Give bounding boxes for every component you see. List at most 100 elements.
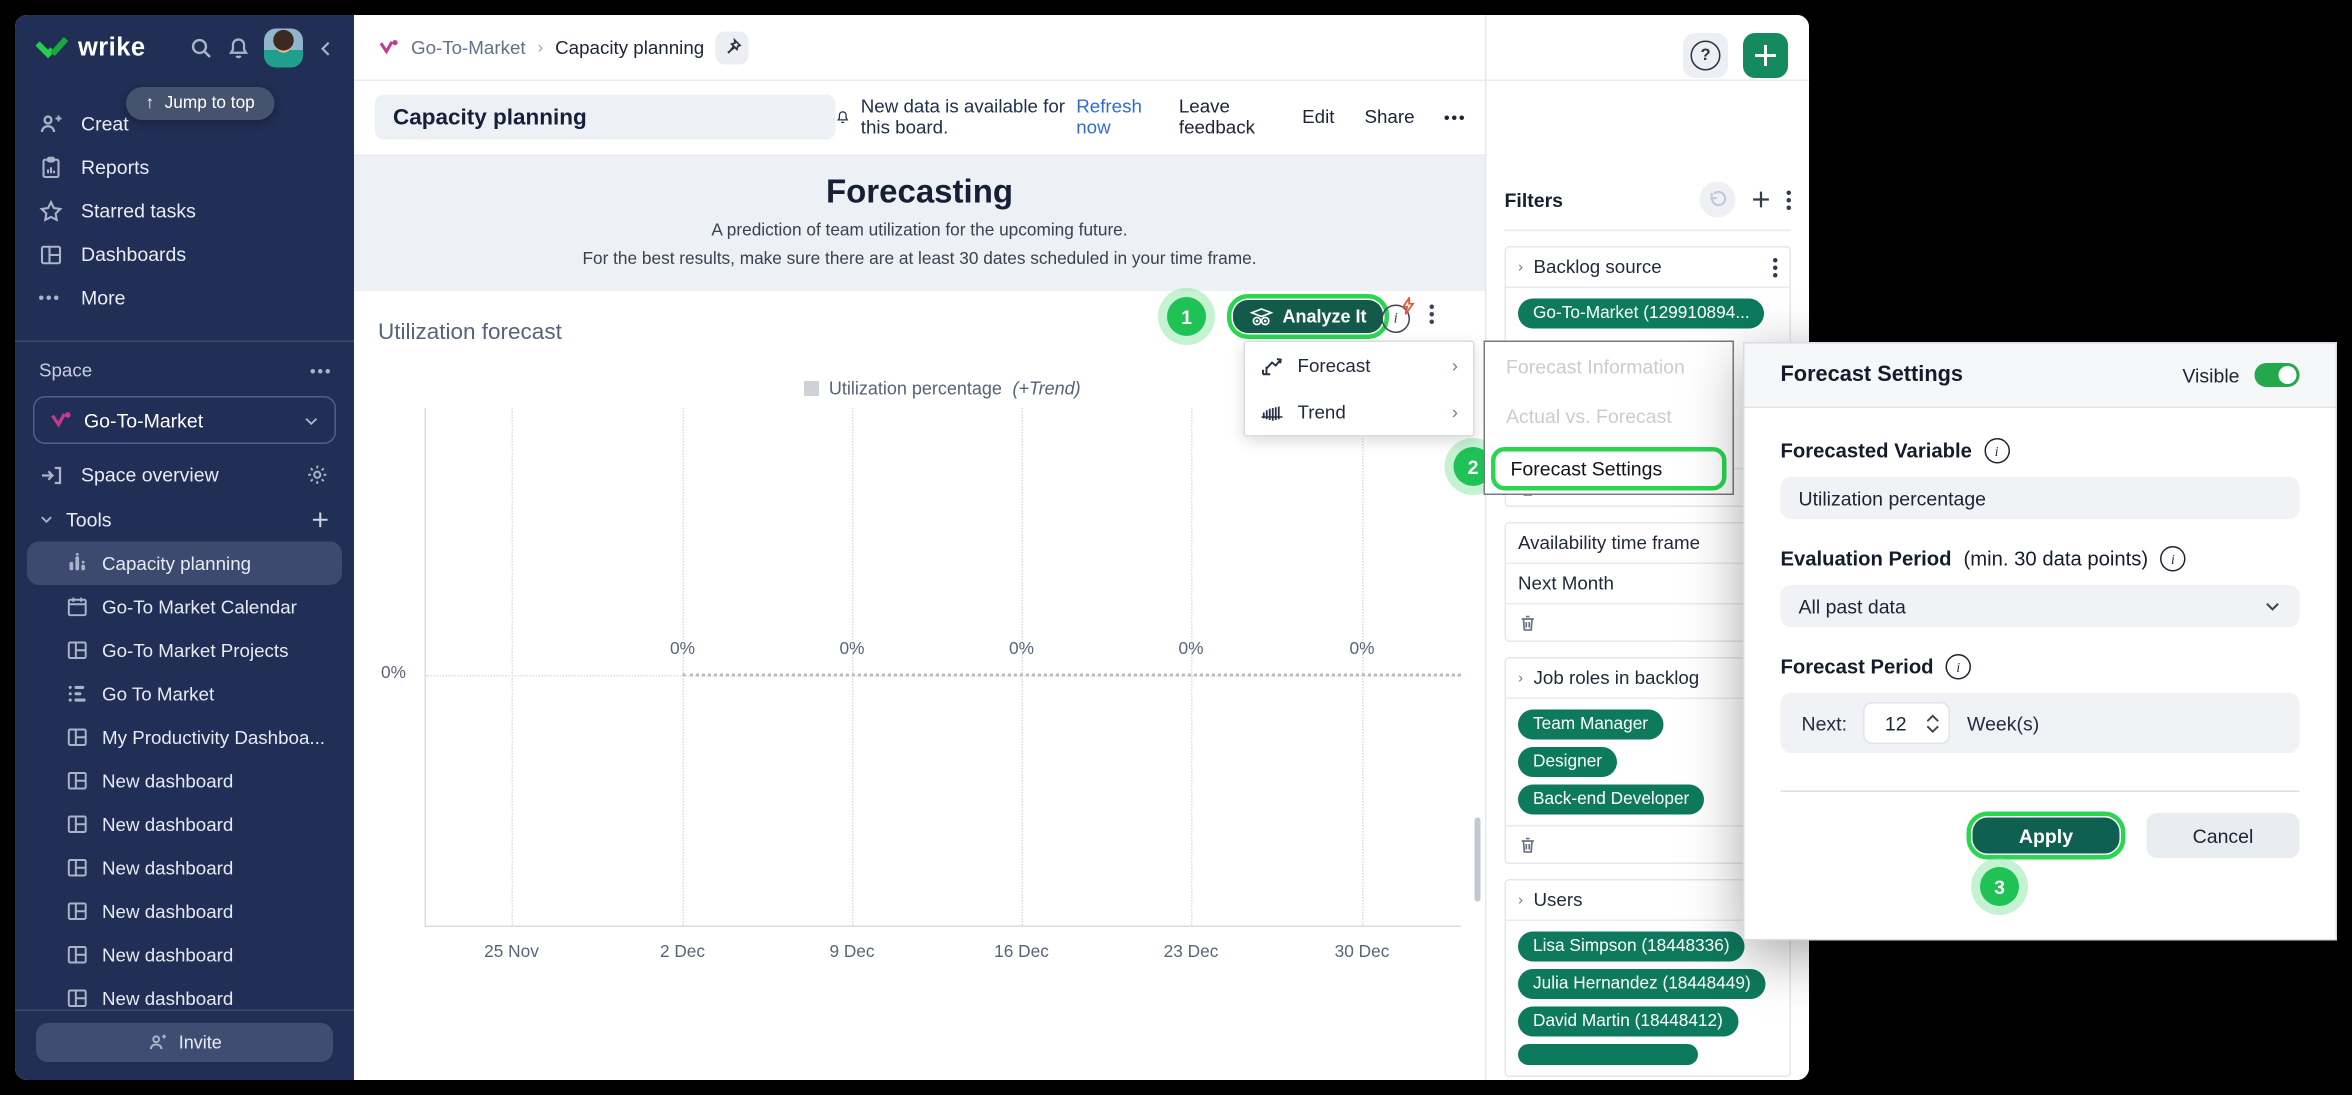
user-pill[interactable]: Lisa Simpson (18448336): [1518, 932, 1745, 962]
reset-filters-icon[interactable]: [1700, 182, 1736, 218]
sidebar-item-new-dashboard-1[interactable]: New dashboard: [27, 759, 342, 803]
menu-item-forecast-settings[interactable]: Forecast Settings: [1491, 447, 1727, 491]
backlog-menu-icon[interactable]: [1773, 257, 1778, 277]
search-icon[interactable]: [189, 36, 213, 60]
visible-toggle[interactable]: [2255, 363, 2300, 387]
sidebar-item-new-dashboard-3[interactable]: New dashboard: [27, 846, 342, 890]
user-pill[interactable]: Julia Hernandez (18448449): [1518, 969, 1766, 999]
banner-description-2: For the best results, make sure there ar…: [354, 247, 1485, 274]
pin-icon[interactable]: [716, 31, 749, 64]
filters-header: Filters: [1505, 177, 1792, 222]
evaluation-period-value: All past data: [1799, 595, 1906, 618]
sidebar-item-gtm-calendar[interactable]: Go-To Market Calendar: [27, 585, 342, 629]
submenu-chevron-icon: ›: [1452, 401, 1458, 422]
filters-menu-icon[interactable]: [1787, 190, 1792, 210]
space-more-icon[interactable]: [311, 368, 331, 373]
invite-button[interactable]: Invite: [36, 1023, 333, 1062]
info-icon[interactable]: i: [1946, 654, 1972, 680]
vertical-scrollbar[interactable]: [1475, 818, 1481, 902]
sidebar-item-label: New dashboard: [102, 901, 233, 922]
sidebar-item-reports[interactable]: Reports: [15, 146, 354, 190]
breadcrumb-space-link[interactable]: Go-To-Market: [411, 37, 526, 58]
sidebar-item-gtm-projects[interactable]: Go-To Market Projects: [27, 629, 342, 673]
sidebar-item-my-productivity-dashboard[interactable]: My Productivity Dashboa...: [27, 716, 342, 760]
backlog-source-header[interactable]: › Backlog source: [1506, 248, 1790, 289]
wrike-logo[interactable]: wrike: [36, 33, 145, 63]
new-data-notice: New data is available for this board. Re…: [836, 96, 1149, 138]
menu-item-label: Trend: [1298, 401, 1346, 422]
trend-bars-icon: [1260, 400, 1284, 424]
forecast-chart-icon: [1260, 353, 1284, 377]
sidebar-item-starred-tasks[interactable]: Starred tasks: [15, 189, 354, 233]
gear-icon[interactable]: [306, 464, 330, 487]
share-button[interactable]: Share: [1364, 107, 1414, 128]
leave-feedback-button[interactable]: Leave feedback: [1179, 96, 1272, 138]
data-point-label: 0%: [638, 641, 728, 659]
chart-section-title: Utilization forecast: [378, 320, 562, 346]
edit-button[interactable]: Edit: [1302, 107, 1334, 128]
sidebar-item-go-to-market[interactable]: Go To Market: [27, 672, 342, 716]
bell-icon[interactable]: [227, 36, 251, 60]
chevron-down-icon: [39, 512, 54, 527]
create-new-button[interactable]: [1743, 33, 1788, 78]
filters-title: Filters: [1505, 188, 1564, 211]
board-title-input[interactable]: Capacity planning: [375, 95, 836, 140]
job-role-pill[interactable]: Back-end Developer: [1518, 785, 1704, 815]
menu-item-forecast[interactable]: Forecast ›: [1245, 342, 1473, 389]
data-point-label: 0%: [977, 641, 1067, 659]
board-icon: [66, 944, 89, 967]
stepper-arrows-icon[interactable]: [1927, 713, 1950, 733]
menu-item-label: Forecast: [1298, 355, 1371, 376]
x-axis-tick: 16 Dec: [969, 944, 1074, 962]
add-filter-icon[interactable]: [1751, 189, 1772, 210]
info-icon[interactable]: i: [2160, 546, 2186, 572]
arrow-up-icon: ↑: [146, 95, 155, 113]
more-horizontal-icon[interactable]: [1445, 115, 1465, 120]
sidebar-item-new-dashboard-5[interactable]: New dashboard: [27, 933, 342, 977]
refresh-now-link[interactable]: Refresh now: [1076, 96, 1149, 138]
visible-label: Visible: [2182, 364, 2239, 387]
board-icon: [66, 726, 89, 749]
sidebar-item-dashboards[interactable]: Dashboards: [15, 233, 354, 277]
enter-arrow-icon: [39, 463, 63, 487]
job-role-pill[interactable]: Designer: [1518, 747, 1617, 777]
forecasted-variable-field[interactable]: Utilization percentage: [1781, 477, 2300, 519]
chart-menu-icon[interactable]: [1430, 305, 1435, 325]
backlog-pill[interactable]: Go-To-Market (129910894...: [1518, 299, 1765, 329]
menu-item-actual-vs-forecast[interactable]: Actual vs. Forecast: [1485, 392, 1733, 442]
menu-item-trend[interactable]: Trend ›: [1245, 389, 1473, 436]
job-role-pill[interactable]: Team Manager: [1518, 710, 1663, 740]
cancel-button[interactable]: Cancel: [2147, 813, 2300, 858]
sidebar-item-label: New dashboard: [102, 770, 233, 791]
info-icon[interactable]: i: [1984, 438, 2010, 464]
apply-button[interactable]: Apply: [1973, 818, 2120, 854]
logo-text: wrike: [78, 33, 145, 63]
chevron-right-icon: ›: [1518, 670, 1523, 687]
collapse-sidebar-icon[interactable]: [317, 38, 337, 58]
user-pill-partial[interactable]: [1518, 1044, 1698, 1065]
add-tool-icon[interactable]: [311, 509, 331, 529]
sidebar-item-new-dashboard-2[interactable]: New dashboard: [27, 803, 342, 847]
sidebar-item-space-overview[interactable]: Space overview: [15, 453, 354, 497]
sidebar-item-new-dashboard-4[interactable]: New dashboard: [27, 890, 342, 934]
jump-to-top-tooltip[interactable]: ↑ Jump to top: [126, 87, 274, 120]
x-axis-tick: 25 Nov: [459, 944, 564, 962]
info-indicator[interactable]: i: [1382, 305, 1411, 334]
weeks-stepper[interactable]: 12: [1864, 702, 1951, 744]
highlight-ring: Apply: [1967, 812, 2126, 860]
evaluation-period-select[interactable]: All past data: [1781, 585, 2300, 627]
trash-icon[interactable]: [1518, 835, 1538, 855]
sidebar-item-label: Capacity planning: [102, 553, 251, 574]
calendar-icon: [66, 596, 89, 619]
analyze-it-button[interactable]: Analyze It: [1233, 300, 1383, 333]
user-avatar[interactable]: [264, 29, 303, 68]
tools-section-header[interactable]: Tools: [15, 497, 354, 542]
sidebar-item-more[interactable]: More: [15, 276, 354, 320]
sidebar-item-capacity-planning[interactable]: Capacity planning: [27, 542, 342, 586]
trash-icon[interactable]: [1518, 613, 1538, 633]
menu-item-forecast-information[interactable]: Forecast Information: [1485, 342, 1733, 392]
dialog-body: Forecasted Variable i Utilization percen…: [1745, 408, 2336, 860]
space-selector[interactable]: Go-To-Market: [33, 396, 336, 444]
help-button[interactable]: ?: [1683, 33, 1728, 78]
user-pill[interactable]: David Martin (18448412): [1518, 1007, 1738, 1037]
